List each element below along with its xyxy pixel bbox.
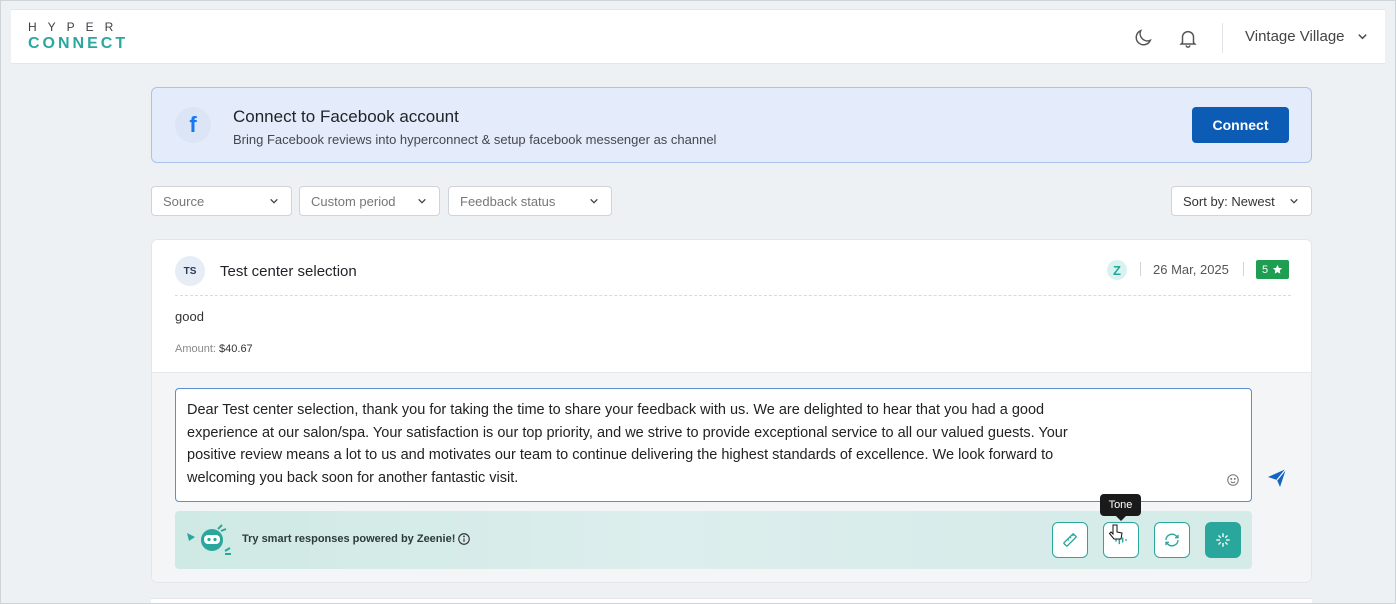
app-frame: HYPER CONNECT Vintage Village f Connect … (0, 0, 1396, 604)
chevron-down-icon (270, 198, 278, 204)
rating-badge: 5 (1256, 260, 1289, 279)
review-text: good (175, 309, 204, 324)
card-divider (175, 295, 1291, 296)
hand-cursor-icon (1108, 524, 1123, 540)
banner-title: Connect to Facebook account (233, 107, 459, 126)
next-review-card (151, 598, 1312, 603)
feedback-status-filter[interactable]: Feedback status (448, 186, 612, 216)
reply-section: Dear Test center selection, thank you fo… (152, 372, 1311, 582)
refresh-icon (1165, 533, 1179, 547)
connect-button[interactable]: Connect (1192, 107, 1289, 143)
ruler-icon (1063, 533, 1077, 547)
facebook-connect-banner: f Connect to Facebook account Bring Face… (151, 87, 1312, 163)
account-name: Vintage Village (1245, 28, 1345, 45)
reply-textarea[interactable]: Dear Test center selection, thank you fo… (175, 388, 1252, 502)
sort-dropdown[interactable]: Sort by: Newest (1171, 186, 1312, 216)
zeenie-bot-icon (187, 524, 231, 555)
moon-icon[interactable] (1132, 27, 1154, 49)
bell-icon[interactable] (1177, 27, 1199, 49)
meta-divider (1140, 262, 1141, 276)
review-amount: Amount: $40.67 (175, 343, 253, 355)
zeenie-prompt: Try smart responses powered by Zeenie! (242, 533, 456, 545)
star-icon (1272, 264, 1283, 274)
tone-tooltip: Tone (1100, 494, 1141, 521)
period-filter-label: Custom period (311, 193, 396, 209)
rating-value: 5 (1261, 263, 1269, 276)
info-icon[interactable] (457, 532, 471, 546)
logo-top-text: HYPER (28, 20, 125, 34)
reply-line: Dear Test center selection, thank you fo… (187, 402, 1045, 418)
reply-line: experience at our salon/spa. Your satisf… (187, 424, 1068, 441)
header-divider (1222, 23, 1223, 53)
sparkle-icon (1216, 533, 1230, 547)
regenerate-tool-button[interactable] (1154, 522, 1190, 558)
reviewer-name: Test center selection (220, 263, 357, 280)
review-date: 26 Mar, 2025 (1153, 262, 1229, 277)
source-filter[interactable]: Source (151, 186, 292, 216)
chevron-down-icon (1290, 198, 1298, 204)
logo-bottom-text: CONNECT (28, 35, 129, 52)
top-header: HYPER CONNECT Vintage Village (11, 9, 1385, 64)
banner-subtitle: Bring Facebook reviews into hyperconnect… (233, 132, 717, 147)
zeenie-smart-response-bar: Try smart responses powered by Zeenie! (175, 511, 1252, 569)
sort-label: Sort by: Newest (1183, 193, 1275, 209)
review-card: TS Test center selection Z 26 Mar, 2025 … (151, 239, 1312, 583)
chevron-down-icon (418, 198, 426, 204)
length-tool-button[interactable] (1052, 522, 1088, 558)
hyperconnect-logo[interactable]: HYPER CONNECT (28, 20, 128, 53)
facebook-icon: f (175, 107, 211, 143)
send-icon[interactable] (1265, 466, 1289, 490)
source-filter-label: Source (163, 193, 205, 209)
amount-value: $40.67 (219, 343, 253, 355)
meta-divider (1243, 262, 1244, 276)
period-filter[interactable]: Custom period (299, 186, 440, 216)
reply-line: welcoming you back soon for another fant… (187, 469, 519, 486)
emoji-icon[interactable] (1226, 473, 1240, 487)
chevron-down-icon (1357, 34, 1367, 40)
reviewer-avatar: TS (175, 256, 205, 286)
account-switcher[interactable]: Vintage Village (1245, 28, 1368, 45)
ai-generate-button[interactable] (1205, 522, 1241, 558)
source-badge: Z (1107, 260, 1127, 280)
feedback-status-label: Feedback status (460, 193, 556, 209)
amount-label: Amount: (175, 343, 216, 355)
reply-line: positive review means a lot to us and mo… (187, 447, 1054, 463)
chevron-down-icon (590, 198, 598, 204)
